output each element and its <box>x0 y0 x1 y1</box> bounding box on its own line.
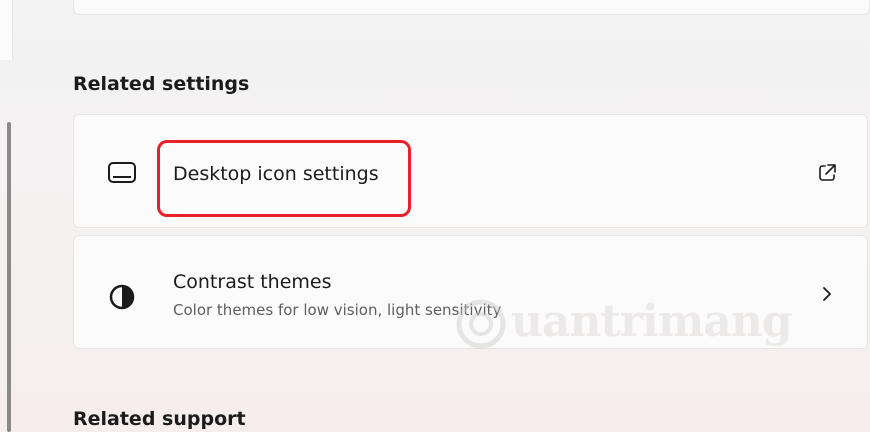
related-support-heading: Related support <box>73 408 246 430</box>
window-edge <box>0 0 13 60</box>
watermark-text: uantrimang <box>511 296 793 347</box>
chevron-right-icon <box>823 287 831 301</box>
external-link-icon <box>819 164 836 181</box>
watermark-emblem-icon <box>456 299 506 349</box>
contrast-themes-description: Color themes for low vision, light sensi… <box>173 301 502 319</box>
contrast-themes-label: Contrast themes <box>173 271 332 293</box>
watermark-logo: uantrimang <box>455 290 793 356</box>
previous-card[interactable] <box>73 0 870 15</box>
related-settings-heading: Related settings <box>73 73 250 95</box>
highlight-annotation <box>157 140 411 217</box>
contrast-icon <box>109 284 135 310</box>
scrollbar[interactable] <box>7 122 11 432</box>
desktop-monitor-icon <box>108 162 136 183</box>
